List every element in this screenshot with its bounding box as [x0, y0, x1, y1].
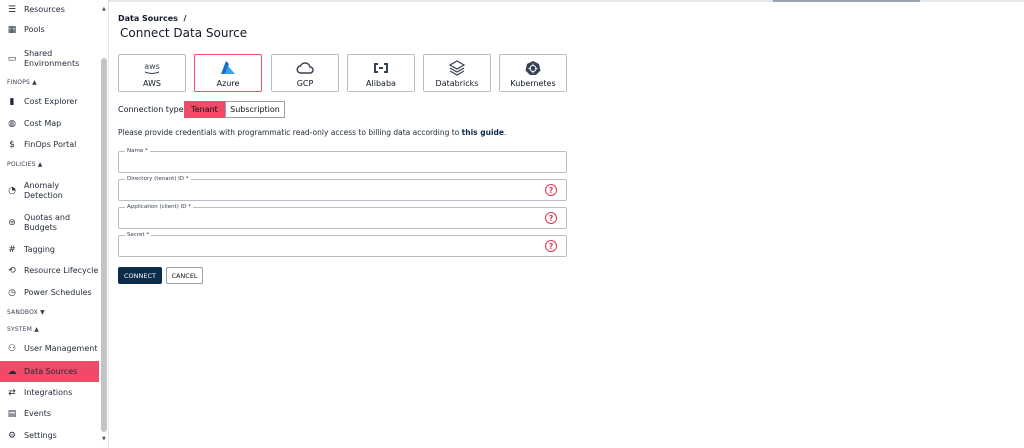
azure-icon — [195, 60, 261, 76]
provider-label: GCP — [296, 79, 314, 88]
sidebar-item-label: Shared Environments — [24, 49, 80, 68]
sidebar-item-label: Cost Map — [24, 119, 62, 128]
gear-icon: ⚙ — [7, 431, 17, 441]
section-system[interactable]: SYSTEM ▲ — [7, 326, 39, 333]
sidebar-item-label: Resource Lifecycle — [24, 266, 99, 275]
users-icon: ⚇ — [7, 344, 17, 354]
connection-type-tenant[interactable]: Tenant — [184, 101, 225, 118]
gcp-cloud-icon — [272, 60, 338, 76]
provider-label: Kubernetes — [510, 79, 556, 88]
provider-label: AWS — [142, 79, 162, 88]
cancel-button[interactable]: CANCEL — [166, 267, 203, 284]
name-field[interactable]: Name * — [118, 147, 567, 173]
scroll-up-arrow-icon[interactable]: ▲ — [102, 6, 106, 12]
alibaba-icon — [348, 60, 414, 76]
sidebar-item-data-sources[interactable]: ☁ Data Sources — [0, 361, 99, 382]
client-id-field-label: Application (client) ID * — [125, 203, 193, 211]
secret-field-label: Secret * — [125, 231, 152, 239]
provider-tile-azure[interactable]: Azure — [194, 54, 262, 92]
globe-icon: ◍ — [8, 119, 16, 129]
help-icon[interactable]: ? — [545, 184, 557, 196]
calendar-icon: ▤ — [7, 409, 17, 419]
page-title: Connect Data Source — [120, 26, 248, 40]
anomaly-icon: ◔ — [8, 186, 16, 196]
scroll-down-arrow-icon[interactable]: ▼ — [102, 436, 106, 442]
sidebar-item-label: Power Schedules — [24, 288, 92, 297]
sidebar-item-label: Tagging — [24, 245, 55, 254]
section-sandbox[interactable]: SANDBOX ▼ — [7, 309, 45, 316]
section-finops[interactable]: FINOPS ▲ — [7, 79, 37, 86]
provider-tile-aws[interactable]: aws AWS — [118, 54, 186, 92]
pools-icon: ▦ — [7, 25, 17, 35]
connection-type-label: Connection type — [118, 105, 184, 114]
laptop-icon: ▭ — [7, 54, 17, 64]
sidebar-item-quotas-budgets[interactable]: ⊜ Quotas and Budgets — [0, 210, 99, 236]
hint-suffix: . — [503, 128, 507, 137]
sidebar-item-shared-environments[interactable]: ▭ Shared Environments — [0, 46, 99, 72]
tenant-id-field-label: Directory (tenant) ID * — [125, 175, 191, 183]
clock-icon: ◷ — [8, 288, 16, 298]
help-icon[interactable]: ? — [545, 240, 557, 252]
client-id-field[interactable]: Application (client) ID * ? — [118, 203, 567, 229]
provider-tile-gcp[interactable]: GCP — [271, 54, 339, 92]
sidebar-item-label: Events — [24, 409, 52, 418]
sidebar-item-cost-explorer[interactable]: ▮ Cost Explorer — [0, 94, 99, 110]
connection-type-subscription[interactable]: Subscription — [225, 101, 285, 118]
list-icon: ☰ — [7, 5, 17, 15]
tenant-id-field[interactable]: Directory (tenant) ID * ? — [118, 175, 567, 201]
bar-chart-icon: ▮ — [9, 97, 15, 107]
sidebar-item-label: User Management — [24, 344, 98, 353]
sidebar-item-label: Data Sources — [24, 366, 78, 376]
kubernetes-icon — [500, 60, 566, 76]
provider-tile-alibaba[interactable]: Alibaba — [347, 54, 415, 92]
sidebar-item-pools[interactable]: ▦ Pools — [0, 22, 99, 38]
sidebar-item-resources[interactable]: ☰ Resources — [0, 2, 99, 18]
sidebar-item-events[interactable]: ▤ Events — [0, 406, 99, 422]
provider-tile-databricks[interactable]: Databricks — [423, 54, 491, 92]
top-strip-segment — [773, 0, 920, 2]
lifecycle-icon: ⟲ — [8, 266, 16, 276]
sidebar-item-label: Settings — [24, 431, 57, 440]
sidebar-item-user-management[interactable]: ⚇ User Management — [0, 341, 99, 357]
section-policies[interactable]: POLICIES ▲ — [7, 161, 43, 168]
sidebar-scrollbar-thumb[interactable] — [101, 58, 107, 432]
hash-icon: # — [8, 245, 16, 255]
name-field-label: Name * — [125, 147, 150, 155]
sidebar-item-label: FinOps Portal — [24, 140, 77, 149]
provider-label: Databricks — [435, 79, 479, 88]
provider-label: Azure — [216, 79, 240, 88]
secret-field[interactable]: Secret * ? — [118, 231, 567, 257]
sidebar-item-resource-lifecycle[interactable]: ⟲ Resource Lifecycle — [0, 263, 99, 279]
sidebar-item-label: Anomaly Detection — [24, 181, 63, 200]
sidebar-item-settings[interactable]: ⚙ Settings — [0, 428, 99, 444]
sidebar-item-anomaly-detection[interactable]: ◔ Anomaly Detection — [0, 178, 99, 204]
sidebar-item-integrations[interactable]: ⇄ Integrations — [0, 385, 99, 401]
provider-label: Alibaba — [366, 79, 396, 88]
sidebar-item-cost-map[interactable]: ◍ Cost Map — [0, 116, 99, 132]
aws-logo-icon: aws — [119, 60, 185, 76]
sidebar-item-label: Quotas and Budgets — [24, 213, 71, 232]
sidebar-item-label: Integrations — [24, 388, 73, 397]
top-strip — [0, 0, 1024, 2]
sidebar-item-power-schedules[interactable]: ◷ Power Schedules — [0, 285, 99, 301]
credentials-hint: Please provide credentials with programm… — [118, 128, 506, 137]
hint-text: Please provide credentials with programm… — [118, 128, 462, 137]
cloud-icon: ☁ — [7, 366, 17, 377]
svg-text:aws: aws — [144, 62, 160, 71]
sidebar-item-label: Cost Explorer — [24, 97, 78, 106]
sidebar: ☰ Resources ▦ Pools ▭ Shared Environment… — [0, 0, 109, 448]
quota-icon: ⊜ — [8, 218, 16, 228]
arrows-icon: ⇄ — [8, 388, 16, 398]
sidebar-item-label: Resources — [24, 5, 65, 14]
dollar-icon: $ — [9, 140, 15, 150]
guide-link[interactable]: this guide — [462, 128, 504, 137]
help-icon[interactable]: ? — [545, 212, 557, 224]
sidebar-item-tagging[interactable]: # Tagging — [0, 242, 99, 258]
sidebar-item-label: Pools — [24, 25, 45, 34]
provider-tile-kubernetes[interactable]: Kubernetes — [499, 54, 567, 92]
sidebar-item-finops-portal[interactable]: $ FinOps Portal — [0, 137, 99, 153]
breadcrumb[interactable]: Data Sources / — [118, 14, 186, 23]
databricks-icon — [424, 60, 490, 76]
connect-button[interactable]: CONNECT — [118, 267, 162, 284]
